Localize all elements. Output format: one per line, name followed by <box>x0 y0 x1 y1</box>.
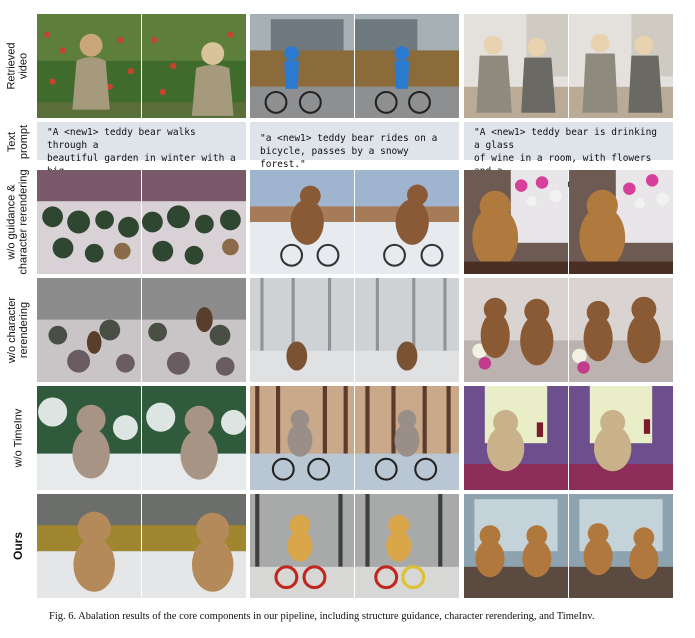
wo-timeinv-garden-frame-2 <box>142 386 246 490</box>
text-prompt-1: "A <new1> teddy bear walks through a bea… <box>37 122 246 190</box>
wo-guidance-bike-frame-2 <box>355 170 459 274</box>
row-label-wo-character: w/o character rerendering <box>6 296 30 364</box>
row-label-retrieved-video: Retrieved video <box>6 42 31 90</box>
wo-timeinv-wine-frame-1 <box>464 386 568 490</box>
wo-timeinv-bike-frame-1 <box>250 386 354 490</box>
wo-guidance-bike-frame-1 <box>250 170 354 274</box>
retrieved-wine-frame-1 <box>464 14 568 118</box>
wo-character-wine-frame-1 <box>464 278 568 382</box>
ours-bike-frame-1 <box>250 494 354 598</box>
row-label-ours: Ours <box>10 531 25 561</box>
ours-garden-frame-2 <box>142 494 246 598</box>
wo-character-garden-frame-1 <box>37 278 141 382</box>
wo-guidance-garden-frame-1 <box>37 170 141 274</box>
ours-garden-frame-1 <box>37 494 141 598</box>
ours-bike-frame-2 <box>355 494 459 598</box>
wo-guidance-wine-frame-1 <box>464 170 568 274</box>
wo-timeinv-wine-frame-2 <box>569 386 673 490</box>
row-label-wo-guidance: w/o guidance & character rerendering <box>6 169 31 275</box>
row-label-text-prompt: Text prompt <box>6 124 30 160</box>
text-prompt-3: "A <new1> teddy bear is drinking a glass… <box>464 122 673 190</box>
retrieved-bike-frame-1 <box>250 14 354 118</box>
wo-guidance-garden-frame-2 <box>142 170 246 274</box>
text-prompt-2: "a <new1> teddy bear rides on a bicycle,… <box>250 122 459 170</box>
wo-guidance-wine-frame-2 <box>569 170 673 274</box>
row-label-wo-timeinv: w/o TimeInv <box>12 408 24 468</box>
figure-caption: Fig. 6. Abalation results of the core co… <box>49 611 595 622</box>
wo-character-bike-frame-1 <box>250 278 354 382</box>
ours-wine-frame-1 <box>464 494 568 598</box>
retrieved-garden-frame-1 <box>37 14 141 118</box>
wo-character-bike-frame-2 <box>355 278 459 382</box>
wo-timeinv-bike-frame-2 <box>355 386 459 490</box>
wo-timeinv-garden-frame-1 <box>37 386 141 490</box>
retrieved-bike-frame-2 <box>355 14 459 118</box>
retrieved-garden-frame-2 <box>142 14 246 118</box>
ours-wine-frame-2 <box>569 494 673 598</box>
wo-character-wine-frame-2 <box>569 278 673 382</box>
wo-character-garden-frame-2 <box>142 278 246 382</box>
figure: Retrieved video Text prompt w/o guidance… <box>0 0 695 638</box>
retrieved-wine-frame-2 <box>569 14 673 118</box>
